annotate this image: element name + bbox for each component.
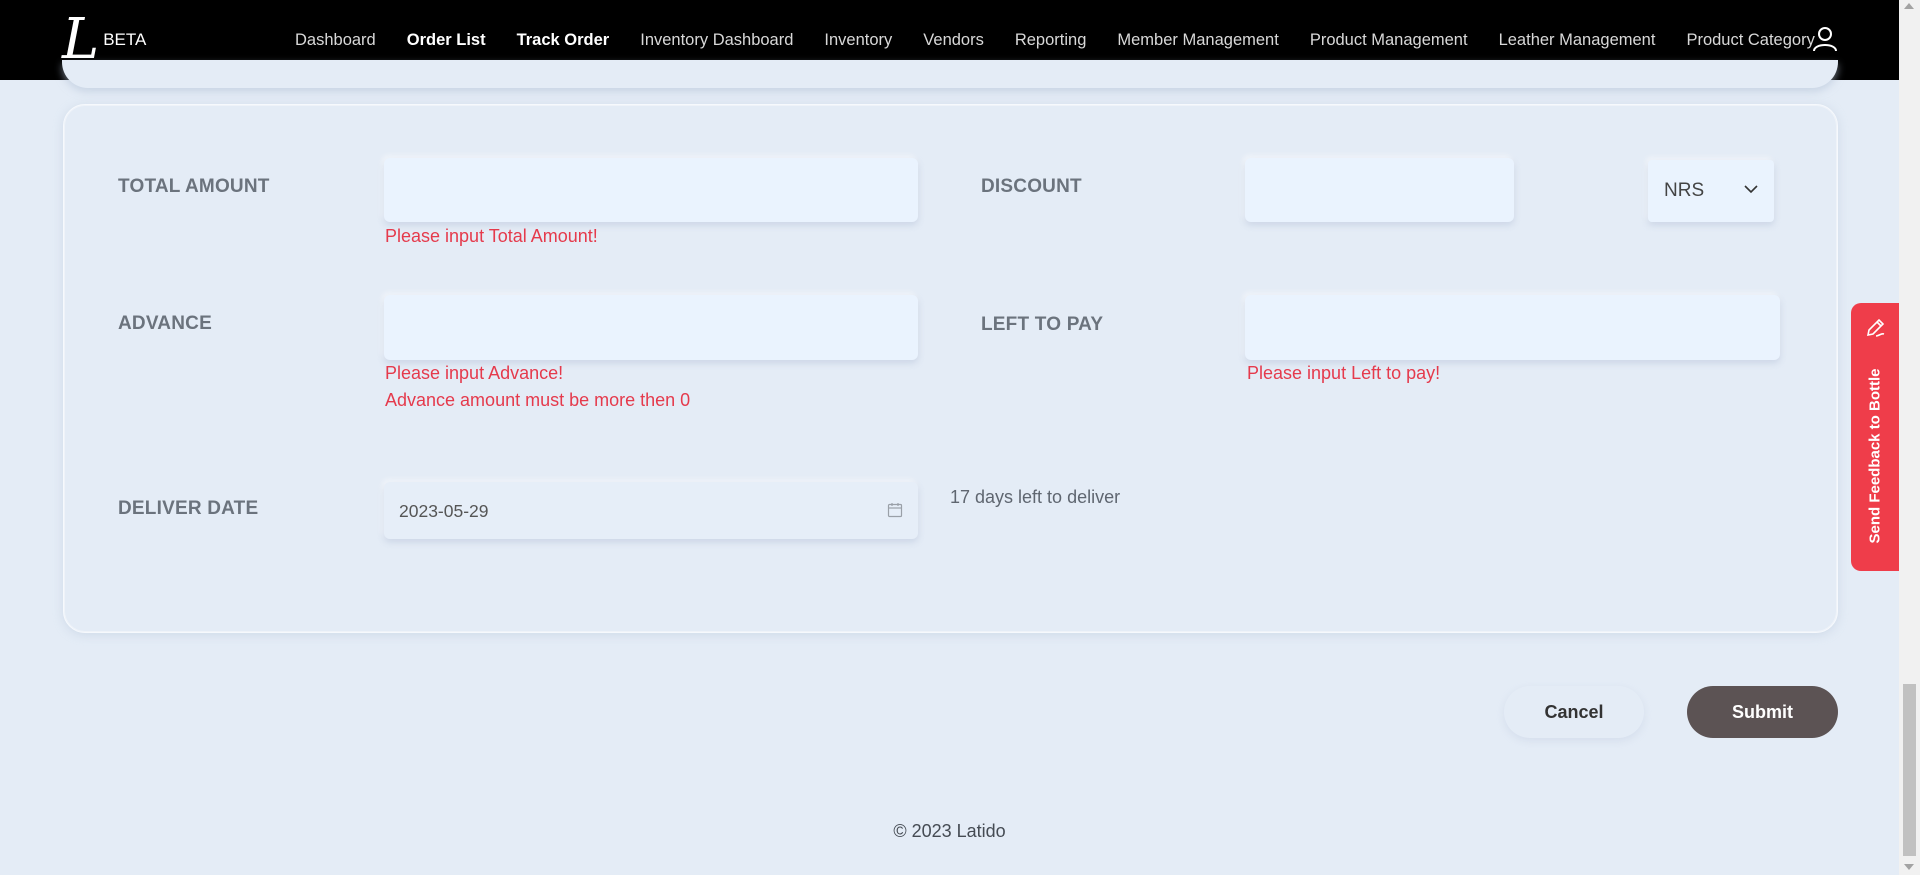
scrollbar-thumb[interactable]: [1903, 684, 1916, 856]
nav-dashboard[interactable]: Dashboard: [295, 31, 376, 50]
currency-value: NRS: [1664, 180, 1705, 201]
deliver-date-picker[interactable]: 2023-05-29: [384, 482, 918, 539]
days-left-note: 17 days left to deliver: [950, 487, 1121, 507]
nav-member-management[interactable]: Member Management: [1117, 31, 1278, 50]
left-to-pay-error: Please input Left to pay!: [1247, 363, 1441, 383]
send-feedback-tab[interactable]: Send Feedback to Bottle: [1851, 303, 1899, 571]
feedback-label: Send Feedback to Bottle: [1866, 368, 1884, 544]
footer-copyright: © 2023 Latido: [893, 821, 1006, 841]
advance-label: ADVANCE: [118, 313, 212, 334]
left-to-pay-label: LEFT TO PAY: [981, 314, 1104, 335]
submit-button[interactable]: Submit: [1687, 686, 1838, 738]
discount-input[interactable]: [1245, 158, 1514, 222]
advance-error-minimum: Advance amount must be more then 0: [385, 390, 691, 410]
advance-input[interactable]: [384, 295, 918, 360]
previous-card-edge: [62, 60, 1838, 88]
pencil-icon: [1866, 318, 1885, 337]
nav-leather-management[interactable]: Leather Management: [1499, 31, 1656, 50]
nav-reporting[interactable]: Reporting: [1015, 31, 1087, 50]
currency-select[interactable]: NRS: [1648, 160, 1774, 222]
beta-badge: BETA: [103, 30, 147, 49]
user-icon[interactable]: [1812, 26, 1838, 52]
total-amount-label: TOTAL AMOUNT: [118, 176, 270, 197]
vertical-scrollbar[interactable]: [1899, 0, 1920, 875]
scroll-down-arrow-icon[interactable]: [1904, 864, 1914, 870]
deliver-date-label: DELIVER DATE: [118, 498, 259, 519]
advance-error-required: Please input Advance!: [385, 363, 564, 383]
calendar-icon[interactable]: [887, 502, 903, 518]
scroll-up-arrow-icon[interactable]: [1904, 3, 1914, 9]
total-amount-input[interactable]: [384, 158, 918, 222]
nav-vendors[interactable]: Vendors: [923, 31, 984, 50]
chevron-down-icon: [1744, 185, 1758, 194]
deliver-date-value: 2023-05-29: [399, 501, 489, 521]
nav-order-list[interactable]: Order List: [407, 31, 486, 50]
nav-inventory[interactable]: Inventory: [824, 31, 892, 50]
payment-card: [63, 104, 1838, 633]
nav-product-category[interactable]: Product Category: [1686, 31, 1814, 50]
cancel-button[interactable]: Cancel: [1504, 686, 1644, 738]
total-amount-error: Please input Total Amount!: [385, 226, 598, 246]
nav-product-management[interactable]: Product Management: [1310, 31, 1468, 50]
discount-label: DISCOUNT: [981, 176, 1082, 197]
nav-inventory-dashboard[interactable]: Inventory Dashboard: [640, 31, 793, 50]
nav-track-order[interactable]: Track Order: [517, 31, 610, 50]
left-to-pay-input[interactable]: [1245, 295, 1780, 360]
